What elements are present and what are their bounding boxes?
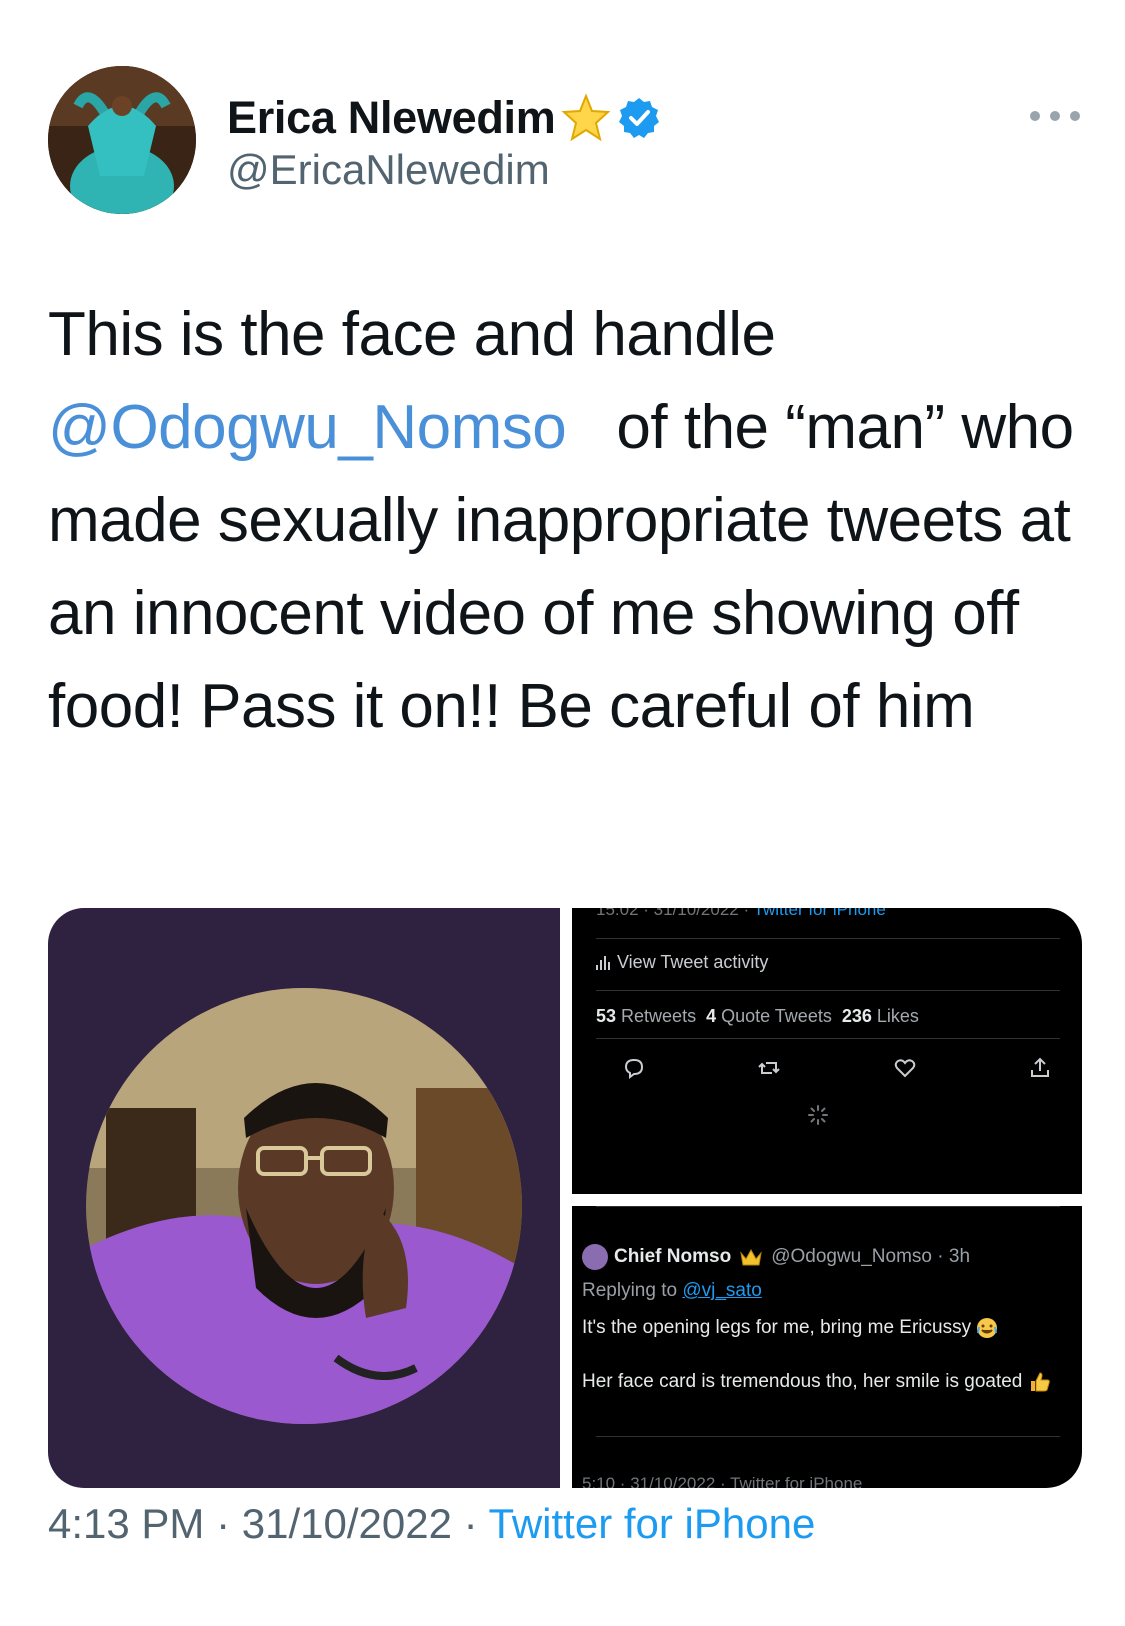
reply-author-avatar xyxy=(582,1244,608,1270)
reply-tweet-header: Chief Nomso @Odogwu_Nomso · 3h xyxy=(582,1244,970,1270)
screenshot-meta: 15:02 · 31/10/2022 · Twitter for iPhone xyxy=(596,908,886,920)
reply-text-1: It's the opening legs for me, bring me E… xyxy=(582,1317,972,1338)
divider xyxy=(596,1038,1060,1039)
share-icon xyxy=(1030,1057,1049,1077)
retweets-count: 53 xyxy=(596,1006,617,1026)
activity-label: View Tweet activity xyxy=(617,952,769,972)
retweet-icon xyxy=(758,1062,781,1074)
screenshot-meta-source: Twitter for iPhone xyxy=(753,908,886,919)
dot-icon xyxy=(1070,111,1080,121)
dot-icon xyxy=(1030,111,1040,121)
tweet-text-line1: This is the face and handle xyxy=(48,300,776,369)
divider xyxy=(596,938,1060,939)
screenshot-action-bar xyxy=(622,1056,1052,1080)
media-photo-profile[interactable] xyxy=(48,908,560,1488)
retweets-label: Retweets xyxy=(616,1006,707,1026)
mention-link[interactable]: @Odogwu_Nomso xyxy=(48,393,567,462)
likes-label: Likes xyxy=(871,1006,919,1026)
reply-icon xyxy=(624,1058,644,1079)
tweet-text-after-mention: of the “man” xyxy=(566,393,945,462)
engagement-stats: 53 Retweets 4 Quote Tweets 236 Likes xyxy=(596,1006,919,1027)
tweet-source-link[interactable]: Twitter for iPhone xyxy=(489,1500,816,1547)
author-display-name[interactable]: Erica Nlewedim xyxy=(227,92,556,144)
divider xyxy=(596,1436,1060,1437)
quotes-count: 4 xyxy=(706,1006,717,1026)
crown-emoji-icon xyxy=(740,1248,762,1266)
like-icon xyxy=(894,1059,915,1078)
reply-text-2: Her face card is tremendous tho, her smi… xyxy=(582,1371,1023,1392)
view-tweet-activity: View Tweet activity xyxy=(596,952,768,973)
star-icon xyxy=(562,93,611,142)
author-avatar[interactable] xyxy=(48,66,196,214)
quotes-label: Quote Tweets xyxy=(716,1006,842,1026)
divider xyxy=(596,1206,1060,1207)
more-options-icon[interactable] xyxy=(1030,106,1080,126)
author-name-row[interactable]: Erica Nlewedim xyxy=(227,92,661,144)
reply-text-line1: It's the opening legs for me, bring me E… xyxy=(582,1314,1052,1342)
likes-count: 236 xyxy=(841,1006,872,1026)
replying-prefix: Replying to xyxy=(582,1280,683,1301)
reply-text-line2: Her face card is tremendous tho, her smi… xyxy=(582,1368,1052,1396)
reply-author-name: Chief Nomso xyxy=(614,1246,732,1267)
tweet-media[interactable]: 15:02 · 31/10/2022 · Twitter for iPhone … xyxy=(48,908,1082,1488)
reply-tweet-meta: 5:10 · 31/10/2022 · Twitter for iPhone xyxy=(582,1474,863,1488)
replying-to-handle: @vj_sato xyxy=(682,1280,762,1301)
tweet-body: This is the face and handle @Odogwu_Noms… xyxy=(48,288,1078,753)
replying-to: Replying to @vj_sato xyxy=(582,1280,762,1302)
divider xyxy=(596,990,1060,991)
media-screenshot-tweet-stats[interactable]: 15:02 · 31/10/2022 · Twitter for iPhone … xyxy=(572,908,1082,1194)
crying-laughing-emoji-icon xyxy=(977,1317,998,1338)
author-handle[interactable]: @EricaNlewedim xyxy=(227,146,550,194)
reply-author-handle: @Odogwu_Nomso · 3h xyxy=(771,1246,971,1267)
tweet-timestamp: 4:13 PM · 31/10/2022 · Twitter for iPhon… xyxy=(48,1500,815,1548)
loading-spinner-icon xyxy=(808,1105,828,1125)
media-screenshot-reply-tweet[interactable]: Chief Nomso @Odogwu_Nomso · 3h Replying … xyxy=(572,1206,1082,1488)
screenshot-meta-time: 15:02 · 31/10/2022 · xyxy=(596,908,754,919)
verified-badge-icon xyxy=(619,98,660,138)
thumbs-up-emoji-icon xyxy=(1030,1372,1050,1392)
profile-portrait-image xyxy=(86,988,522,1424)
analytics-icon xyxy=(596,955,610,970)
dot-icon xyxy=(1050,111,1060,121)
tweet-time-date[interactable]: 4:13 PM · 31/10/2022 · xyxy=(48,1500,489,1547)
